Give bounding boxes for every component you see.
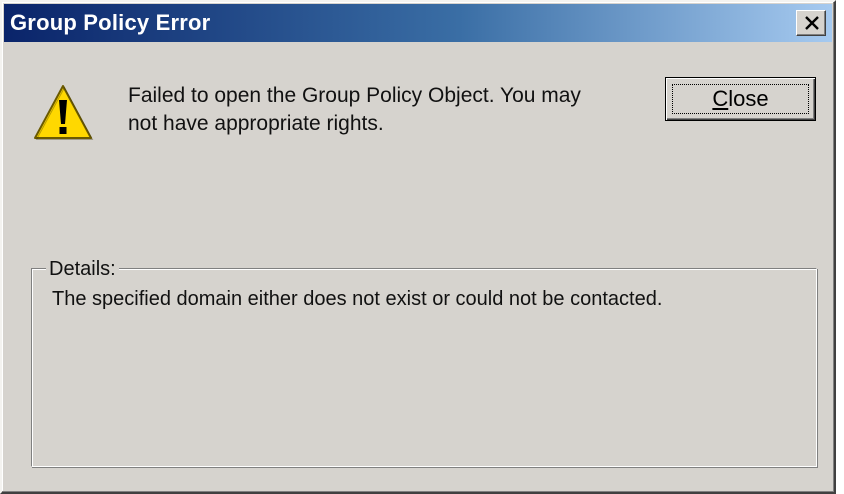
title-close-button[interactable] xyxy=(796,10,826,36)
error-message-line-1: Failed to open the Group Policy Object. … xyxy=(128,84,581,107)
close-button-label-rest: lose xyxy=(728,86,769,111)
details-label: Details: xyxy=(46,258,119,281)
window-title: Group Policy Error xyxy=(10,10,211,35)
close-icon xyxy=(805,16,819,30)
close-button-mnemonic: C xyxy=(712,86,729,111)
error-message: Failed to open the Group Policy Object. … xyxy=(128,82,628,138)
error-message-line-2: not have appropriate rights. xyxy=(128,112,384,135)
title-bar[interactable]: Group Policy Error xyxy=(4,4,832,42)
close-button[interactable]: Close xyxy=(665,77,816,121)
close-button-label: Close xyxy=(666,86,815,112)
error-dialog: Group Policy Error Failed to open the Gr… xyxy=(0,0,836,494)
warning-triangle-icon xyxy=(34,85,94,140)
details-text: The specified domain either does not exi… xyxy=(52,288,663,310)
